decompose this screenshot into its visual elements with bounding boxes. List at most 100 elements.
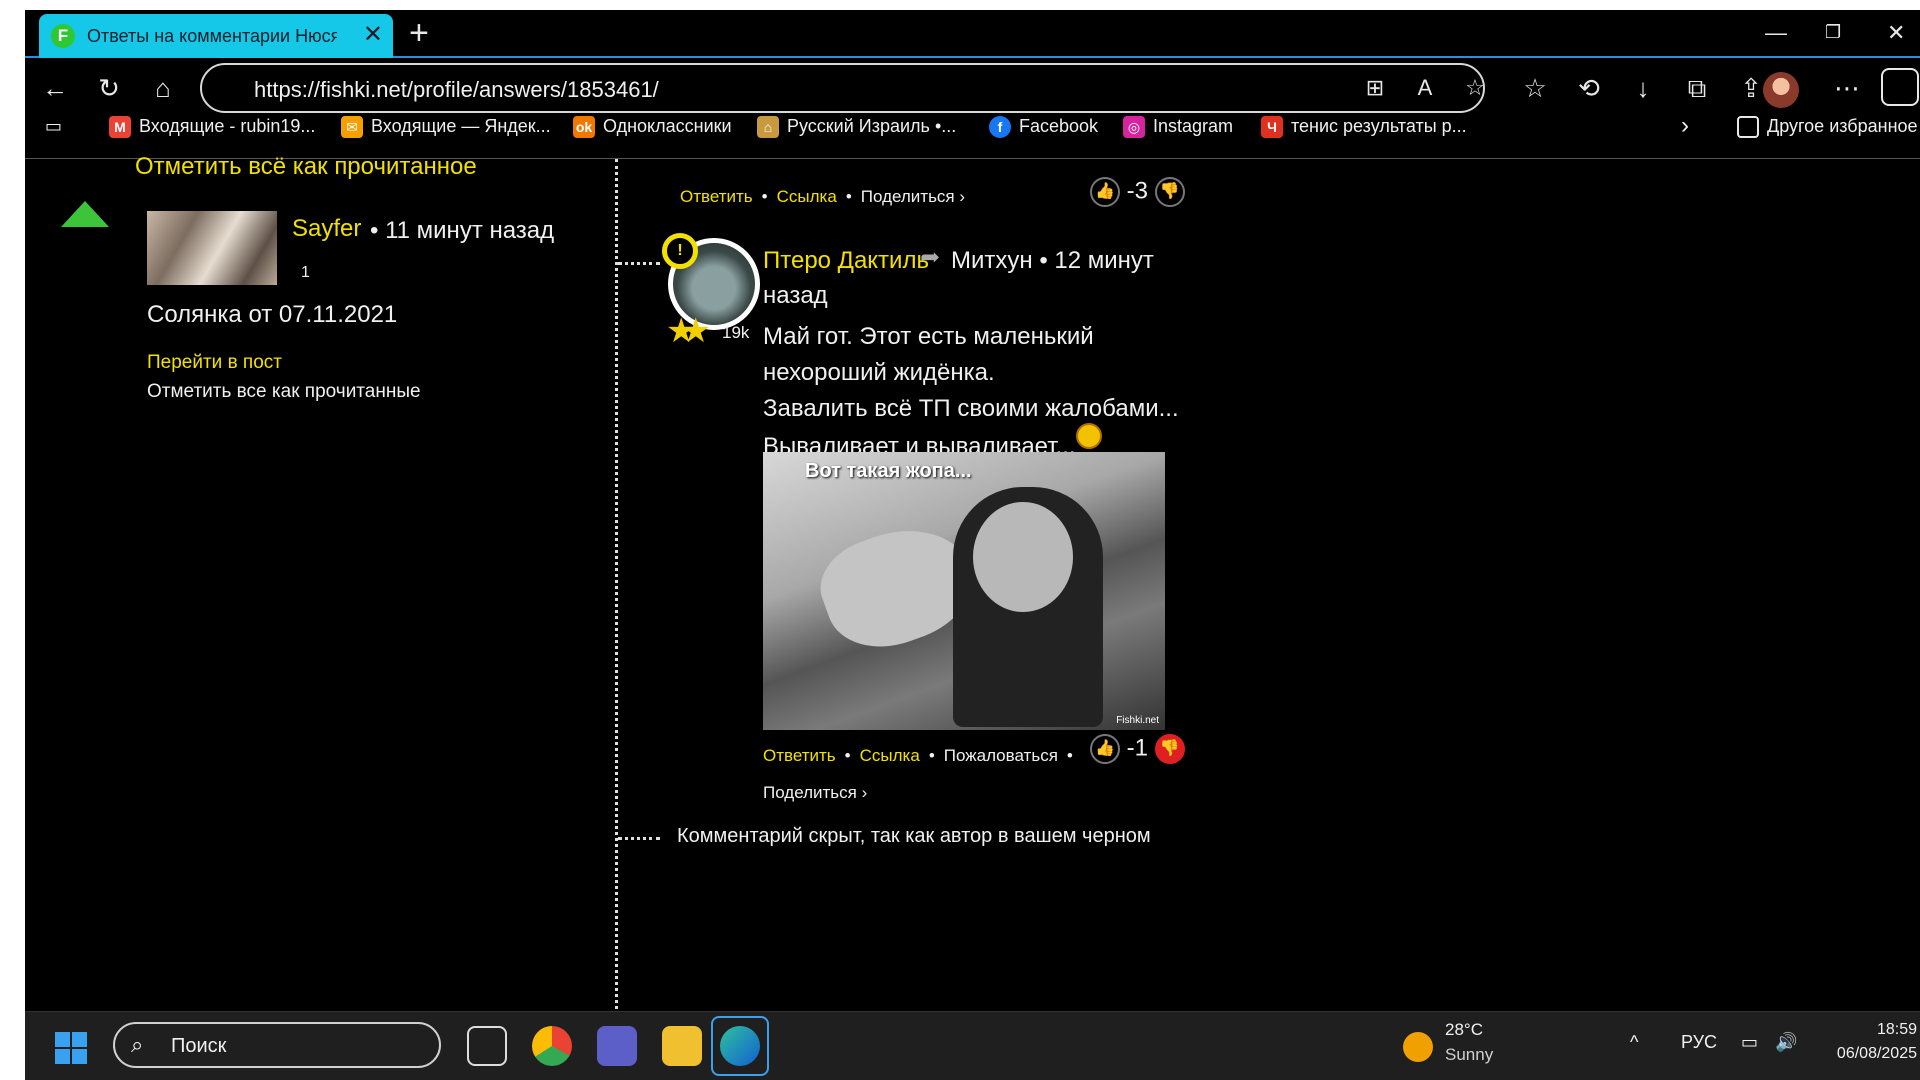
comment-body: Май гот. Этот есть маленький нехороший ж… bbox=[763, 319, 1179, 465]
mark-read-link[interactable]: Отметить все как прочитанные bbox=[147, 381, 421, 403]
separator-dot: • bbox=[928, 746, 935, 765]
permalink-link[interactable]: Ссылка bbox=[777, 187, 837, 206]
vote-score: -3 bbox=[1126, 177, 1149, 205]
thread-line bbox=[615, 159, 618, 1021]
gmail-icon: M bbox=[109, 116, 131, 139]
share-link[interactable]: Поделиться › bbox=[763, 783, 867, 802]
tab-active[interactable]: F Ответы на комментарии Нюся н ✕ bbox=[39, 14, 393, 58]
calculator-icon[interactable] bbox=[467, 1026, 507, 1066]
address-bar[interactable]: https://fishki.net/profile/answers/18534… bbox=[200, 63, 1485, 113]
taskbar-search[interactable]: ⌕ Поиск bbox=[113, 1022, 441, 1068]
reply-arrow-icon: ➦ bbox=[920, 244, 941, 271]
comment-line: Май гот. Этот есть маленький bbox=[763, 323, 1094, 350]
folder-icon bbox=[1737, 116, 1759, 139]
thumbs-up-icon[interactable]: 👍 bbox=[1090, 177, 1120, 207]
reply-link[interactable]: Ответить bbox=[680, 187, 753, 206]
profile-avatar[interactable] bbox=[1763, 72, 1799, 108]
refresh-icon[interactable]: ↻ bbox=[91, 70, 127, 106]
thumbs-up-icon[interactable]: 👍 bbox=[1090, 734, 1120, 764]
reply-link[interactable]: Ответить bbox=[763, 746, 836, 765]
file-explorer-icon[interactable] bbox=[662, 1026, 702, 1066]
house-icon: ⌂ bbox=[757, 116, 779, 139]
bookmark-gmail[interactable]: M Входящие - rubin19... bbox=[109, 116, 315, 139]
reading-list-icon[interactable]: ▭ bbox=[45, 116, 62, 137]
read-aloud-icon[interactable]: A bbox=[1410, 73, 1440, 103]
search-placeholder: Поиск bbox=[171, 1035, 227, 1057]
apps-icon[interactable]: ⊞ bbox=[1360, 73, 1390, 103]
commenter-name[interactable]: Sayfer bbox=[292, 215, 361, 243]
answers-count: 1 bbox=[301, 264, 310, 281]
chevron-right-icon[interactable]: › bbox=[1681, 112, 1689, 140]
download-icon[interactable]: ↓ bbox=[1625, 70, 1661, 106]
tab-title: Ответы на комментарии Нюся н bbox=[87, 26, 337, 46]
comment-line: нехороший жидёнка. bbox=[763, 359, 995, 386]
weather-sun-icon[interactable] bbox=[1403, 1032, 1433, 1062]
close-tab-icon[interactable]: ✕ bbox=[363, 22, 383, 48]
comment-author[interactable]: Птеро Дактиль bbox=[763, 247, 929, 275]
permalink-link[interactable]: Ссылка bbox=[860, 746, 920, 765]
bookmarks-bar: ▭ M Входящие - rubin19... ✉ Входящие — Янд… bbox=[25, 112, 1920, 144]
bookmark-russian-israel[interactable]: ⌂ Русский Израиль •... bbox=[757, 116, 956, 139]
copilot-icon[interactable] bbox=[1881, 68, 1919, 106]
network-icon[interactable]: ▭ bbox=[1741, 1032, 1758, 1053]
minimize-icon[interactable]: — bbox=[1765, 20, 1787, 46]
scroll-up-icon[interactable] bbox=[61, 201, 109, 227]
comment-time: назад bbox=[763, 282, 828, 309]
parent-vote: 👍 -3 👎 bbox=[1090, 177, 1185, 207]
meme-watermark: Fishki.net bbox=[1116, 715, 1159, 726]
share-link[interactable]: Поделиться › bbox=[861, 187, 965, 206]
hidden-comment-note: Комментарий скрыт, так как автор в вашем… bbox=[677, 825, 1151, 847]
more-icon[interactable]: ⋯ bbox=[1829, 70, 1865, 106]
comment-line: Завалить всё ТП своими жалобами... bbox=[763, 395, 1179, 422]
bookmark-instagram[interactable]: ◎ Instagram bbox=[1123, 116, 1233, 139]
new-tab-icon[interactable]: + bbox=[409, 16, 429, 50]
taskbar: ⌕ Поиск 28°C Sunny ^ РУС ▭ 🔊 18:59 06/08… bbox=[25, 1011, 1920, 1080]
mail-icon: ✉ bbox=[341, 116, 363, 139]
clock-time: 18:59 bbox=[1876, 1021, 1917, 1038]
post-thumbnail[interactable] bbox=[147, 211, 277, 285]
thumbs-down-icon[interactable]: 👎 bbox=[1154, 177, 1185, 207]
comment-image[interactable]: Вот такая жопа... Fishki.net bbox=[763, 452, 1165, 730]
bookmark-tennis[interactable]: Чтенис результаты р... bbox=[1261, 116, 1467, 139]
history-icon[interactable]: ⟲ bbox=[1571, 70, 1607, 106]
restore-icon[interactable]: ❐ bbox=[1825, 22, 1841, 43]
windows-start-icon[interactable] bbox=[55, 1032, 87, 1064]
parent-comment-actions: Ответить • Ссылка • Поделиться › bbox=[680, 187, 965, 207]
edge-icon[interactable] bbox=[720, 1026, 760, 1066]
weather-condition[interactable]: Sunny bbox=[1445, 1045, 1493, 1065]
bookmark-odnoklassniki[interactable]: ok Одноклассники bbox=[573, 116, 732, 139]
bookmark-yandex-mail[interactable]: ✉ Входящие — Яндек... bbox=[341, 116, 551, 139]
clock[interactable]: 18:59 06/08/2025 bbox=[1825, 1018, 1917, 1066]
instagram-icon: ◎ bbox=[1123, 116, 1145, 139]
volume-icon[interactable]: 🔊 bbox=[1775, 1032, 1797, 1053]
language-indicator[interactable]: РУС bbox=[1681, 1032, 1717, 1053]
screenshot-icon[interactable]: ⧉ bbox=[1679, 70, 1715, 106]
thread-connector bbox=[618, 262, 660, 265]
separator-dot: • bbox=[845, 187, 852, 206]
meme-face bbox=[973, 502, 1073, 612]
teams-icon[interactable] bbox=[597, 1026, 637, 1066]
chrome-icon[interactable] bbox=[532, 1026, 572, 1066]
clock-date: 06/08/2025 bbox=[1836, 1045, 1917, 1062]
reply-to-user[interactable]: Митхун • 12 минут bbox=[951, 247, 1154, 275]
warning-icon: ! bbox=[662, 233, 698, 269]
back-icon[interactable]: ← bbox=[37, 70, 73, 106]
complain-link[interactable]: Пожаловаться bbox=[944, 746, 1058, 765]
weather-temperature[interactable]: 28°C bbox=[1445, 1020, 1483, 1040]
author-rating: 19k bbox=[722, 323, 750, 342]
mark-all-read-link[interactable]: Отметить всё как прочитанное bbox=[135, 153, 477, 181]
separator-dot: • bbox=[844, 746, 851, 765]
go-to-post-link[interactable]: Перейти в пост bbox=[147, 352, 282, 374]
browser-window: F Ответы на комментарии Нюся н ✕ + — ❐ ✕… bbox=[25, 10, 1920, 1080]
thread-connector bbox=[618, 837, 660, 840]
thumbs-down-active-icon[interactable]: 👎 bbox=[1154, 734, 1185, 764]
bookmark-facebook[interactable]: f Facebook bbox=[989, 116, 1098, 139]
facebook-icon: f bbox=[989, 116, 1011, 139]
favorite-star-icon[interactable]: ☆ bbox=[1460, 73, 1490, 103]
home-icon[interactable]: ⌂ bbox=[145, 70, 181, 106]
favorites-icon[interactable]: ☆ bbox=[1517, 70, 1553, 106]
bookmark-other-favorites[interactable]: Другое избранное bbox=[1737, 116, 1918, 139]
commenter-time: • 11 минут назад bbox=[370, 217, 555, 244]
chevron-up-icon[interactable]: ^ bbox=[1630, 1032, 1638, 1053]
close-window-icon[interactable]: ✕ bbox=[1887, 20, 1905, 46]
